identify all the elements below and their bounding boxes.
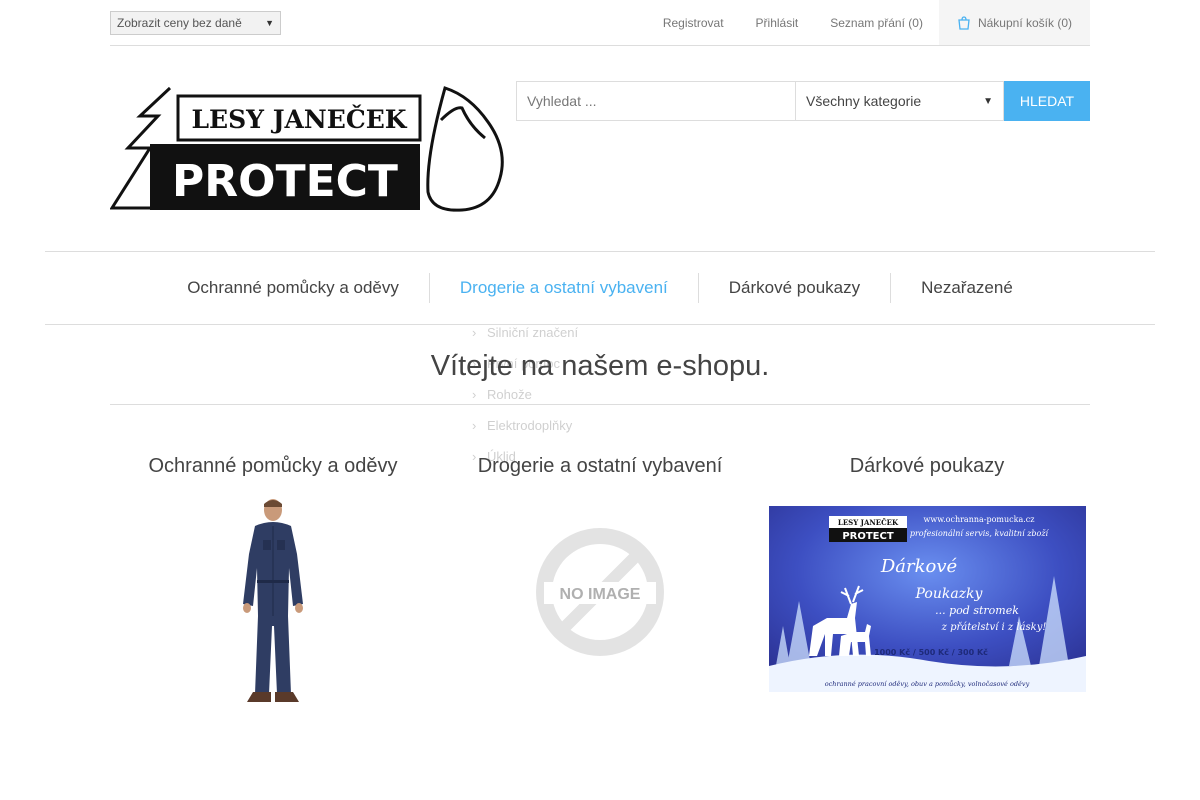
menu-item-drogerie[interactable]: Drogerie a ostatní vybavení xyxy=(428,273,698,303)
cart-link[interactable]: Nákupní košík (0) xyxy=(938,0,1090,45)
chevron-down-icon: ▼ xyxy=(983,95,993,107)
category-title[interactable]: Drogerie a ostatní vybavení xyxy=(437,455,763,478)
wishlist-link[interactable]: Seznam přání (0) xyxy=(814,16,939,30)
tax-display-value: Zobrazit ceny bez daně xyxy=(117,16,242,30)
register-link[interactable]: Registrovat xyxy=(647,16,740,30)
category-title[interactable]: Dárkové poukazy xyxy=(764,455,1090,478)
site-logo[interactable]: LESY JANEČEK PROTECT xyxy=(109,86,505,212)
search-category-select[interactable]: Všechny kategorie ▼ xyxy=(796,81,1004,121)
gift-voucher-banner[interactable]: LESY JANEČEK PROTECT www.ochranna-pomuck… xyxy=(768,506,1086,692)
submenu-item-rohoze[interactable]: Rohože xyxy=(470,379,650,410)
category-card-ochranne-pomucky[interactable]: Ochranné pomůcky a oděvy xyxy=(110,455,436,706)
drogerie-submenu: Silniční značení První pomoc Rohože Elek… xyxy=(470,317,650,472)
tax-display-select[interactable]: Zobrazit ceny bez daně ▼ xyxy=(110,11,281,35)
no-image-placeholder[interactable]: NO IMAGE xyxy=(530,522,670,662)
submenu-item-elektrodoplnky[interactable]: Elektrodoplňky xyxy=(470,410,650,441)
search-category-value: Všechny kategorie xyxy=(806,93,922,109)
svg-text:profesionální servis, kvalitní: profesionální servis, kvalitní zboží xyxy=(909,529,1049,538)
search-bar: Vyhledat ... Všechny kategorie ▼ HLEDAT xyxy=(516,81,1090,121)
svg-text:Dárkové: Dárkové xyxy=(879,556,957,577)
page: Zobrazit ceny bez daně ▼ Registrovat Při… xyxy=(0,0,1200,800)
title-divider xyxy=(110,404,1090,405)
shopping-bag-icon xyxy=(957,15,971,30)
category-card-darkove-poukazy[interactable]: Dárkové poukazy LESY JANEČEK PROTECT www… xyxy=(764,455,1090,692)
cart-label: Nákupní košík (0) xyxy=(977,15,1072,30)
login-link[interactable]: Přihlásit xyxy=(740,16,815,30)
header-links: Registrovat Přihlásit Seznam přání (0) N… xyxy=(647,0,1090,45)
page-title: Vítejte na našem e-shopu. xyxy=(430,350,770,382)
svg-text:LESY JANEČEK: LESY JANEČEK xyxy=(837,518,898,527)
svg-text:z přátelství i z lásky!: z přátelství i z lásky! xyxy=(940,622,1046,633)
top-bar: Zobrazit ceny bez daně ▼ Registrovat Při… xyxy=(110,0,1090,46)
svg-text:PROTECT: PROTECT xyxy=(172,156,398,207)
coverall-product-image[interactable] xyxy=(233,496,313,706)
menu-item-darkove-poukazy[interactable]: Dárkové poukazy xyxy=(697,273,890,303)
svg-text:1000 Kč / 500 Kč / 300 Kč: 1000 Kč / 500 Kč / 300 Kč xyxy=(874,647,988,657)
no-image-text: NO IMAGE xyxy=(560,586,641,603)
menu-item-ochranne-pomucky[interactable]: Ochranné pomůcky a oděvy xyxy=(157,273,429,303)
chevron-down-icon: ▼ xyxy=(265,18,274,28)
submenu-item-silnicni-znaceni[interactable]: Silniční značení xyxy=(470,317,650,348)
svg-text:... pod stromek: ... pod stromek xyxy=(935,604,1019,617)
menu-item-nezarazene[interactable]: Nezařazené xyxy=(890,273,1043,303)
search-input[interactable]: Vyhledat ... xyxy=(516,81,796,121)
category-card-drogerie[interactable]: Drogerie a ostatní vybavení NO IMAGE xyxy=(437,455,763,662)
svg-text:Poukazky: Poukazky xyxy=(914,586,983,602)
svg-text:LESY JANEČEK: LESY JANEČEK xyxy=(191,105,407,134)
svg-text:ochranné pracovní oděvy, obuv: ochranné pracovní oděvy, obuv a pomůcky,… xyxy=(824,679,1029,688)
svg-text:www.ochranna-pomucka.cz: www.ochranna-pomucka.cz xyxy=(923,515,1034,524)
category-title[interactable]: Ochranné pomůcky a oděvy xyxy=(110,455,436,478)
search-button[interactable]: HLEDAT xyxy=(1004,81,1090,121)
main-menu: Ochranné pomůcky a oděvy Drogerie a osta… xyxy=(45,251,1155,325)
svg-text:PROTECT: PROTECT xyxy=(842,531,894,542)
